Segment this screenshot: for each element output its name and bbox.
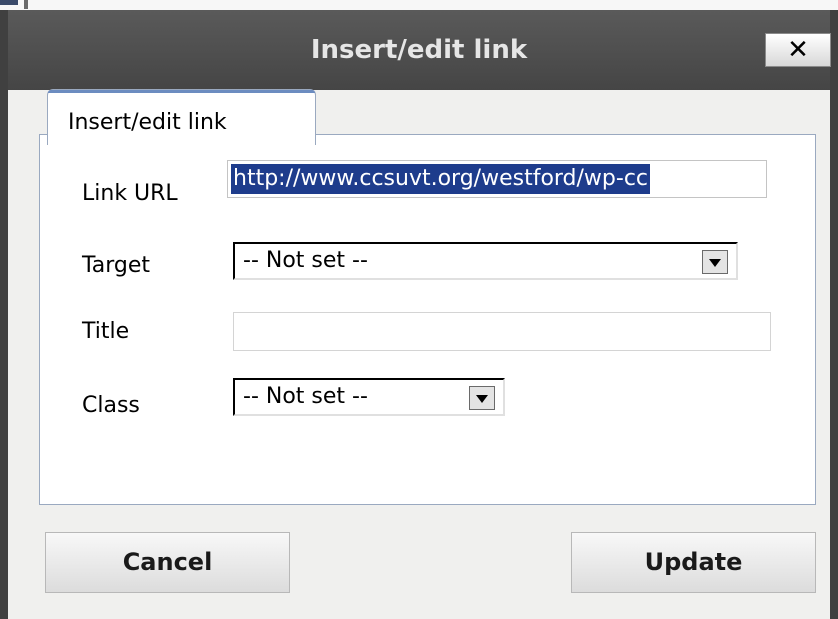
close-icon: ✕ xyxy=(787,35,809,65)
title-input[interactable] xyxy=(233,312,771,351)
target-select[interactable]: -- Not set -- xyxy=(233,242,738,280)
background-page-strip xyxy=(0,0,838,10)
background-toolbar-fragment xyxy=(0,0,18,5)
chevron-down-icon[interactable] xyxy=(469,386,495,410)
class-label: Class xyxy=(82,393,140,418)
update-button-label: Update xyxy=(644,548,743,576)
target-label: Target xyxy=(82,253,151,278)
dialog-title: Insert/edit link xyxy=(310,35,528,65)
cancel-button-label: Cancel xyxy=(122,548,213,576)
tab-insert-edit-link[interactable]: Insert/edit link xyxy=(47,89,316,145)
class-selected-value: -- Not set -- xyxy=(243,384,368,409)
background-toolbar-separator xyxy=(24,0,28,9)
title-label: Title xyxy=(82,319,130,344)
update-button[interactable]: Update xyxy=(571,532,816,593)
link-url-input[interactable]: http://www.ccsuvt.org/westford/wp-cc xyxy=(227,160,767,198)
chevron-down-icon[interactable] xyxy=(702,250,728,274)
link-url-label: Link URL xyxy=(82,181,178,206)
dialog-titlebar[interactable]: Insert/edit link xyxy=(8,10,830,90)
target-selected-value: -- Not set -- xyxy=(243,248,368,273)
class-select[interactable]: -- Not set -- xyxy=(233,378,505,416)
tab-label: Insert/edit link xyxy=(68,110,227,135)
link-url-value: http://www.ccsuvt.org/westford/wp-cc xyxy=(231,164,651,194)
close-button[interactable]: ✕ xyxy=(765,33,831,67)
cancel-button[interactable]: Cancel xyxy=(45,532,290,593)
